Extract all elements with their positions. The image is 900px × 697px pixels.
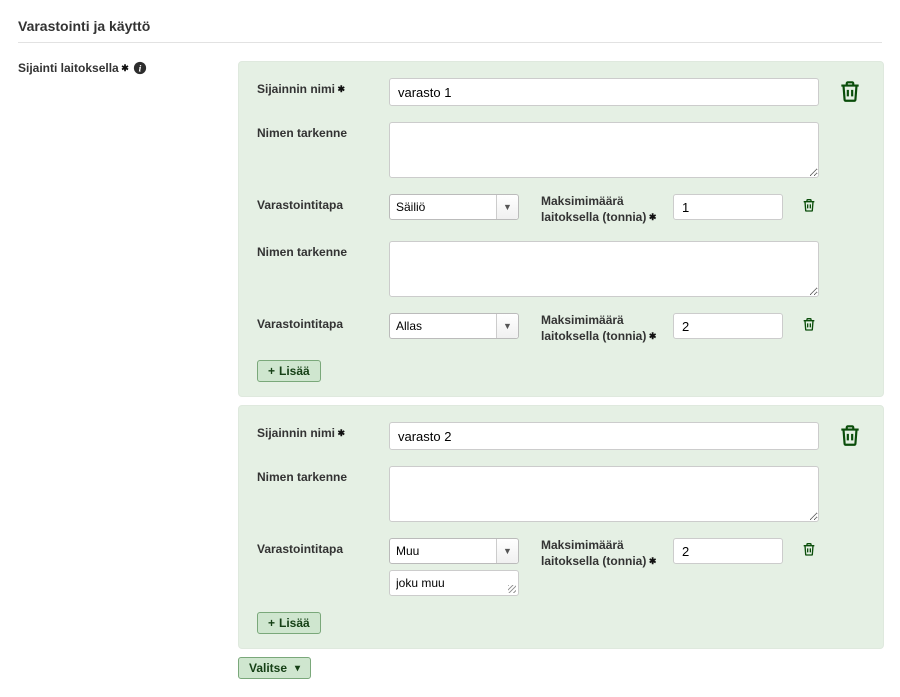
- storage-desc-textarea[interactable]: [389, 241, 819, 297]
- label-maksimimaara: Maksimimäärä laitoksella (tonnia): [541, 538, 661, 569]
- label-sijainnin-nimi: Sijainnin nimi: [257, 422, 377, 450]
- divider: [18, 42, 882, 43]
- location-desc-textarea[interactable]: [389, 466, 819, 522]
- add-button[interactable]: + Lisää: [257, 612, 321, 634]
- trash-icon[interactable]: [799, 313, 819, 333]
- label-nimen-tarkenne: Nimen tarkenne: [257, 241, 377, 297]
- valitse-button[interactable]: Valitse ▾: [238, 657, 311, 679]
- storage-type-select[interactable]: Muu: [389, 538, 519, 564]
- label-varastointitapa: Varastointitapa: [257, 538, 377, 596]
- storage-type-select[interactable]: Säiliö: [389, 194, 519, 220]
- svg-text:i: i: [138, 64, 141, 75]
- max-amount-input[interactable]: [673, 194, 783, 220]
- info-icon[interactable]: i: [133, 61, 147, 75]
- trash-icon[interactable]: [837, 422, 865, 450]
- max-amount-input[interactable]: [673, 538, 783, 564]
- label-varastointitapa: Varastointitapa: [257, 194, 377, 225]
- side-label-text: Sijainti laitoksella: [18, 61, 129, 75]
- page-title: Varastointi ja käyttö: [18, 18, 882, 34]
- label-varastointitapa: Varastointitapa: [257, 313, 377, 344]
- label-nimen-tarkenne: Nimen tarkenne: [257, 466, 377, 522]
- label-nimen-tarkenne: Nimen tarkenne: [257, 122, 377, 178]
- plus-icon: +: [268, 364, 275, 378]
- location-panel: Sijainnin nimi Nimen tarkenne Varastoint…: [238, 61, 884, 397]
- max-amount-input[interactable]: [673, 313, 783, 339]
- trash-icon[interactable]: [799, 538, 819, 558]
- location-panel: Sijainnin nimi Nimen tarkenne Varastoint…: [238, 405, 884, 649]
- trash-icon[interactable]: [837, 78, 865, 106]
- storage-type-select[interactable]: Allas: [389, 313, 519, 339]
- trash-icon[interactable]: [799, 194, 819, 214]
- valitse-label: Valitse: [249, 661, 287, 675]
- label-sijainnin-nimi: Sijainnin nimi: [257, 78, 377, 106]
- location-name-input[interactable]: [389, 78, 819, 106]
- add-button-label: Lisää: [279, 364, 310, 378]
- label-maksimimaara: Maksimimäärä laitoksella (tonnia): [541, 194, 661, 225]
- side-label: Sijainti laitoksella i: [18, 61, 218, 75]
- label-maksimimaara: Maksimimäärä laitoksella (tonnia): [541, 313, 661, 344]
- add-button[interactable]: + Lisää: [257, 360, 321, 382]
- add-button-label: Lisää: [279, 616, 310, 630]
- location-name-input[interactable]: [389, 422, 819, 450]
- location-desc-textarea[interactable]: [389, 122, 819, 178]
- caret-down-icon: ▾: [295, 663, 300, 674]
- storage-extra-input[interactable]: [389, 570, 519, 596]
- plus-icon: +: [268, 616, 275, 630]
